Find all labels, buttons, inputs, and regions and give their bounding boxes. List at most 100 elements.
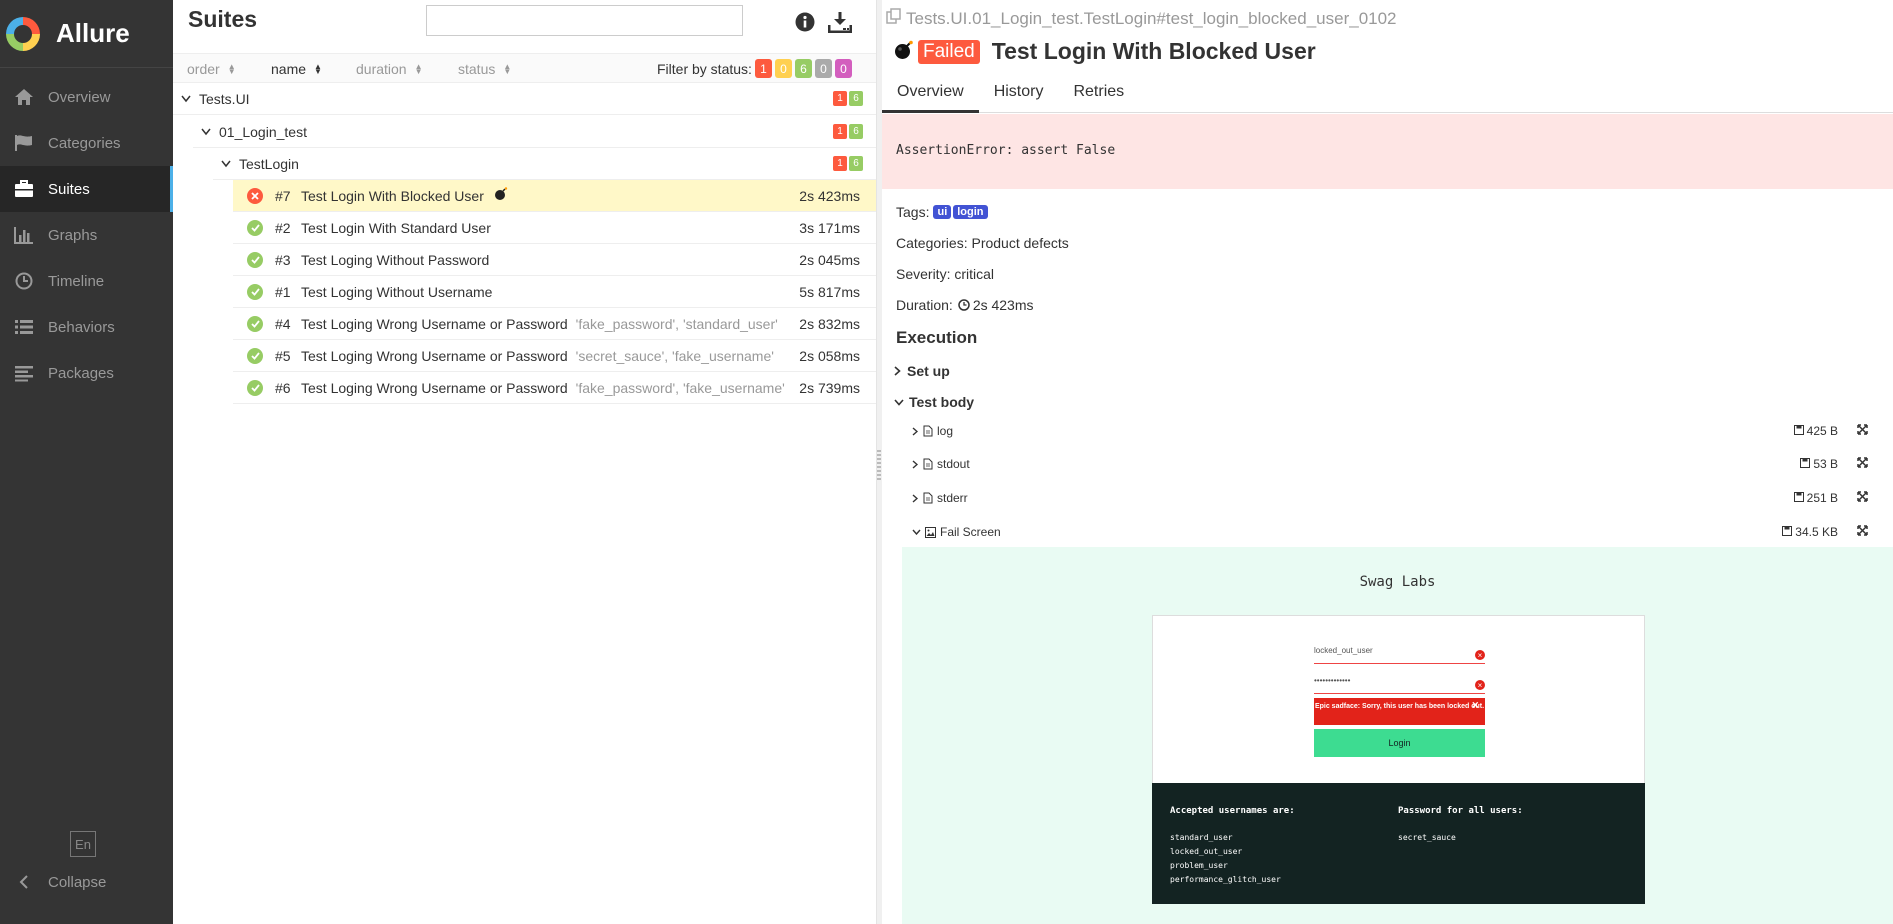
tree-group-tests-ui[interactable]: Tests.UI 1 6 — [173, 83, 876, 115]
sort-duration[interactable]: duration ▲ ▼ — [356, 61, 423, 77]
tab-overview[interactable]: Overview — [882, 80, 979, 113]
sort-arrows-icon: ▲ ▼ — [314, 62, 322, 76]
test-row[interactable]: #1 Test Loging Without Username 5s 817ms — [233, 276, 876, 308]
attachment-stdout[interactable]: stdout 53 B — [912, 452, 1872, 476]
accepted-usernames-heading: Accepted usernames are: — [1170, 806, 1295, 816]
size-text: 53 B — [1813, 457, 1838, 471]
filter-failed-badge[interactable]: 1 — [755, 59, 772, 78]
info-icon[interactable] — [795, 12, 815, 35]
setup-step[interactable]: Set up — [894, 363, 950, 379]
group-badges: 1 6 — [833, 156, 863, 171]
chevron-right-icon — [912, 426, 918, 436]
chevron-right-icon — [912, 493, 918, 503]
group-badges: 1 6 — [833, 91, 863, 106]
test-params: 'fake_password', 'standard_user' — [575, 315, 778, 332]
align-left-icon — [12, 363, 36, 383]
tree-group-label: Tests.UI — [199, 90, 250, 107]
test-duration: 2s 058ms — [799, 348, 860, 364]
severity-row: Severity: critical — [896, 266, 995, 282]
test-name: Test Loging Without Password — [301, 251, 490, 268]
filter-unknown-badge[interactable]: 0 — [835, 59, 852, 78]
filter-skipped-badge[interactable]: 0 — [815, 59, 832, 78]
chevron-down-icon — [894, 398, 904, 406]
download-icon[interactable] — [827, 11, 853, 36]
tree-group-login-test[interactable]: 01_Login_test 1 6 — [193, 116, 876, 148]
attachment-stderr[interactable]: stderr 251 B — [912, 486, 1872, 510]
sort-arrows-icon: ▲ ▼ — [414, 62, 423, 76]
chevron-down-icon — [181, 95, 193, 103]
sidebar-item-timeline[interactable]: Timeline — [0, 258, 173, 304]
attachment-fail-screen[interactable]: Fail Screen 34.5 KB — [912, 520, 1872, 544]
test-number: #4 — [275, 315, 291, 332]
tab-retries[interactable]: Retries — [1058, 80, 1139, 113]
save-icon — [1782, 525, 1793, 539]
tab-history[interactable]: History — [979, 80, 1059, 113]
passed-status-icon — [247, 219, 263, 236]
screenshot-app-title: Swag Labs — [1359, 574, 1436, 590]
sort-name[interactable]: name ▲ ▼ — [271, 61, 322, 77]
tree-group-testlogin[interactable]: TestLogin 1 6 — [213, 148, 876, 180]
size-text: 251 B — [1806, 491, 1838, 505]
save-icon — [1793, 424, 1804, 438]
size-text: 34.5 KB — [1795, 525, 1838, 539]
test-duration: 3s 171ms — [799, 220, 860, 236]
sidebar-item-overview[interactable]: Overview — [0, 74, 173, 120]
test-body-step[interactable]: Test body — [894, 394, 974, 410]
sidebar-nav: Overview Categories Suites Graphs Timeli… — [0, 74, 173, 396]
error-message-box[interactable]: AssertionError: assert False — [882, 114, 1893, 189]
sort-arrows-icon: ▲ ▼ — [503, 62, 512, 76]
sort-bar: order ▲ ▼ name ▲ ▼ duration ▲ ▼ status ▲ ▼ F… — [173, 53, 876, 83]
fail-screen-preview: Swag Labs locked_out_user × ••••••••••••… — [902, 547, 1893, 924]
passed-status-icon — [247, 283, 263, 300]
attachment-log[interactable]: log 425 B — [912, 419, 1872, 443]
passed-status-icon — [247, 315, 263, 332]
brand[interactable]: Allure — [0, 0, 173, 68]
search-input[interactable] — [426, 5, 743, 36]
expand-icon[interactable] — [1857, 457, 1868, 471]
test-row[interactable]: #7 Test Login With Blocked User 2s 423ms — [233, 180, 876, 212]
sidebar-item-categories[interactable]: Categories — [0, 120, 173, 166]
filter-label: Filter by status: — [657, 61, 752, 77]
sidebar-item-behaviors[interactable]: Behaviors — [0, 304, 173, 350]
sidebar-item-suites[interactable]: Suites — [0, 166, 173, 212]
sort-order[interactable]: order ▲ ▼ — [187, 61, 236, 77]
sidebar-item-label: Categories — [48, 134, 121, 152]
duration-value: 2s 423ms — [972, 297, 1034, 313]
duration-label: Duration: — [896, 297, 953, 313]
sidebar-item-label: Timeline — [48, 272, 105, 290]
error-icon: × — [1475, 650, 1485, 660]
test-row[interactable]: #2 Test Login With Standard User 3s 171m… — [233, 212, 876, 244]
sidebar-item-label: Graphs — [48, 226, 98, 244]
splitter-handle-icon[interactable] — [877, 450, 881, 480]
attachment-size: 251 B — [1793, 491, 1838, 505]
home-icon — [12, 87, 36, 107]
execution-heading: Execution — [896, 328, 978, 347]
failed-count-badge: 1 — [833, 156, 847, 171]
copy-icon[interactable] — [886, 8, 902, 29]
sidebar-item-graphs[interactable]: Graphs — [0, 212, 173, 258]
chevron-left-icon — [12, 872, 36, 892]
collapse-button[interactable]: Collapse — [0, 868, 106, 896]
screenshot-username-field: locked_out_user × — [1314, 646, 1485, 664]
sidebar-item-packages[interactable]: Packages — [0, 350, 173, 396]
file-text-icon — [923, 458, 933, 470]
test-number: #3 — [275, 251, 291, 268]
test-row[interactable]: #4 Test Loging Wrong Username or Passwor… — [233, 308, 876, 340]
test-row[interactable]: #5 Test Loging Wrong Username or Passwor… — [233, 340, 876, 372]
step-label: Test body — [909, 394, 975, 410]
expand-icon[interactable] — [1857, 525, 1868, 539]
sort-label: status — [458, 61, 496, 77]
language-switcher[interactable]: En — [70, 831, 96, 857]
filter-broken-badge[interactable]: 0 — [775, 59, 792, 78]
attachment-name: stderr — [937, 491, 968, 505]
test-title-row: Failed Test Login With Blocked User — [894, 38, 1316, 65]
test-params: 'secret_sauce', 'fake_username' — [575, 347, 774, 364]
expand-icon[interactable] — [1857, 491, 1868, 505]
test-row[interactable]: #6 Test Loging Wrong Username or Passwor… — [233, 372, 876, 404]
test-duration: 2s 739ms — [799, 380, 860, 396]
expand-icon[interactable] — [1857, 424, 1868, 438]
sort-status[interactable]: status ▲ ▼ — [458, 61, 511, 77]
password-value: secret_sauce — [1398, 833, 1456, 842]
test-row[interactable]: #3 Test Loging Without Password 2s 045ms — [233, 244, 876, 276]
filter-passed-badge[interactable]: 6 — [795, 59, 812, 78]
